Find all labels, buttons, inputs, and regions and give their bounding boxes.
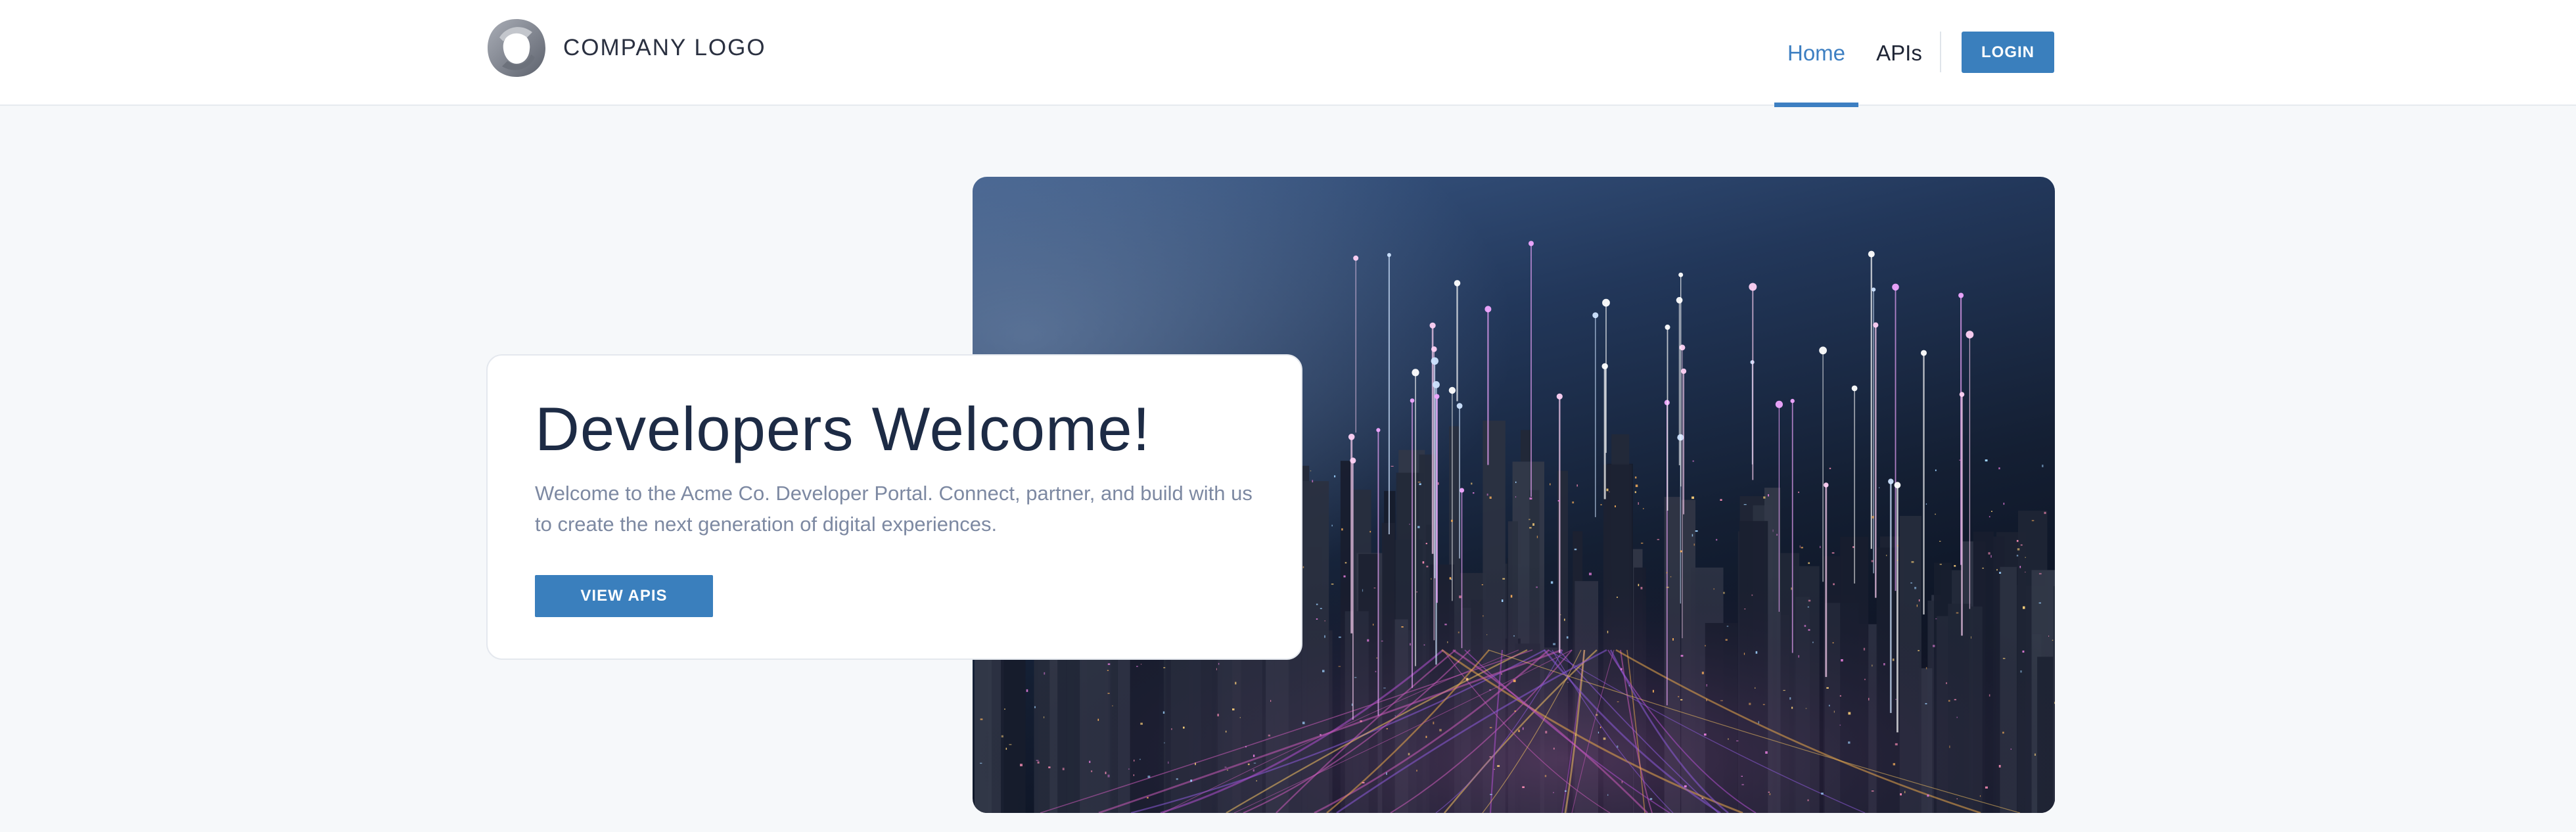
- nav-link-apis[interactable]: APIs: [1872, 0, 1927, 106]
- login-button[interactable]: LOGIN: [1962, 32, 2054, 73]
- nav-home-label: Home: [1787, 40, 1846, 65]
- view-apis-button[interactable]: VIEW APIS: [535, 575, 713, 617]
- welcome-card: Developers Welcome! Welcome to the Acme …: [486, 354, 1302, 660]
- top-navbar: COMPANY LOGO Home APIs LOGIN: [0, 0, 2576, 107]
- company-logo[interactable]: COMPANY LOGO: [486, 18, 766, 78]
- logo-text: COMPANY LOGO: [563, 35, 766, 60]
- hero-title: Developers Welcome!: [535, 394, 1151, 463]
- nav-divider: [1940, 32, 1941, 72]
- active-tab-indicator: [1774, 103, 1858, 107]
- nav-apis-label: APIs: [1876, 40, 1922, 65]
- company-logo-icon: [488, 19, 545, 77]
- hero-description: Welcome to the Acme Co. Developer Portal…: [535, 482, 1253, 536]
- nav-link-home[interactable]: Home: [1774, 0, 1858, 107]
